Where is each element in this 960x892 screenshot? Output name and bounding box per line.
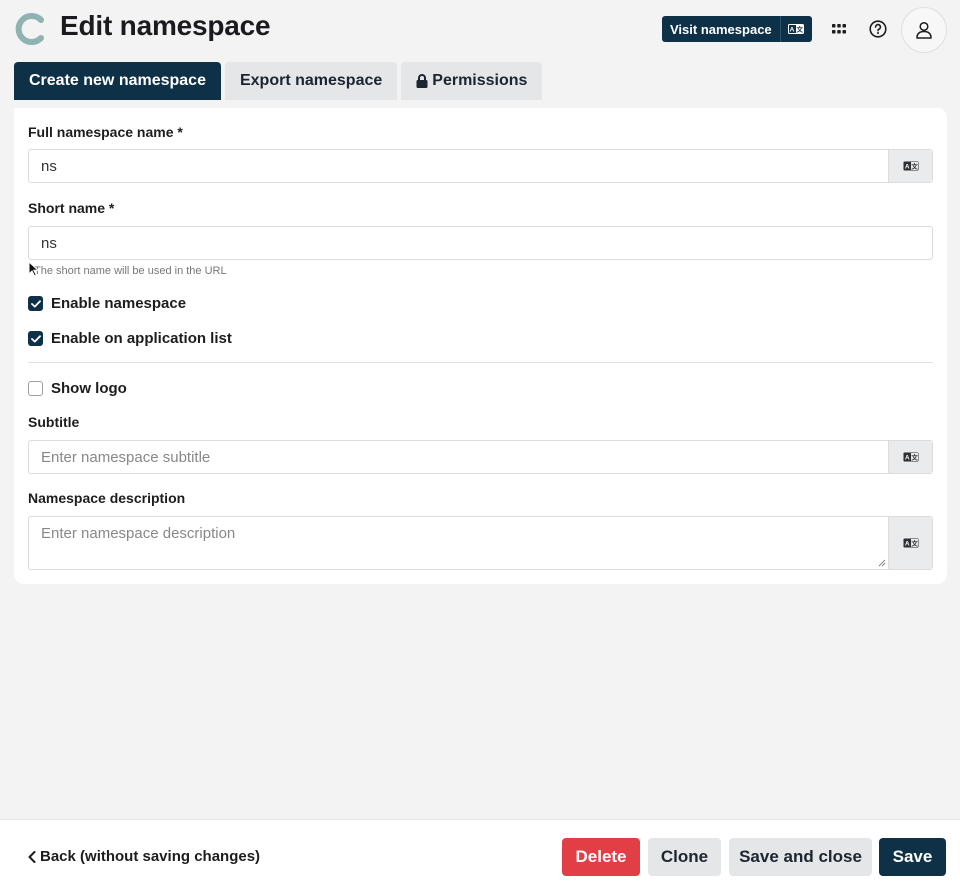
show-logo-checkbox-row[interactable]: Show logo [28, 380, 127, 397]
short-name-hint: The short name will be used in the URL [34, 265, 227, 277]
translate-icon: A 文 [788, 24, 805, 34]
translate-icon: A 文 [903, 452, 918, 462]
short-name-field [28, 226, 933, 260]
section-divider [28, 362, 933, 363]
translate-icon: A 文 [903, 538, 918, 548]
short-name-label: Short name * [28, 200, 115, 216]
visit-language-button[interactable]: A 文 [780, 16, 812, 42]
tab-label: Permissions [432, 72, 528, 89]
full-name-input[interactable] [29, 150, 888, 182]
subtitle-translate-button[interactable]: A 文 [888, 441, 932, 473]
form-footer: Back (without saving changes) Delete Clo… [0, 819, 960, 892]
enable-namespace-label: Enable namespace [51, 295, 187, 312]
lock-icon [416, 74, 428, 88]
apps-grid-button[interactable] [828, 18, 850, 40]
save-button[interactable]: Save [879, 838, 946, 876]
back-link-label: Back (without saving changes) [40, 848, 261, 865]
description-textarea[interactable] [29, 517, 888, 569]
svg-text:文: 文 [910, 453, 918, 462]
description-field: A 文 [28, 516, 933, 570]
user-icon [916, 21, 932, 39]
logo-c-icon [15, 13, 44, 45]
svg-text:文: 文 [910, 539, 918, 548]
enable-app-list-checkbox-row[interactable]: Enable on application list [28, 330, 232, 347]
page-title: Edit namespace [60, 10, 271, 41]
back-link[interactable]: Back (without saving changes) [28, 848, 260, 865]
svg-text:文: 文 [796, 25, 804, 34]
resize-grip-icon[interactable] [878, 559, 886, 567]
tab-export-namespace[interactable]: Export namespace [224, 62, 398, 100]
tab-create-new-namespace[interactable]: Create new namespace [14, 62, 221, 100]
svg-text:A: A [904, 164, 909, 171]
svg-text:A: A [790, 27, 795, 34]
full-name-field: A 文 [28, 149, 933, 183]
full-name-translate-button[interactable]: A 文 [888, 150, 932, 182]
description-label: Namespace description [28, 490, 186, 506]
tab-label: Create new namespace [29, 72, 206, 89]
help-button[interactable] [867, 18, 889, 40]
clone-button[interactable]: Clone [648, 838, 721, 876]
mouse-cursor-icon [28, 261, 39, 277]
help-icon [869, 20, 887, 38]
visit-namespace-button[interactable]: Visit namespace [662, 16, 781, 42]
grid-icon [832, 24, 846, 34]
show-logo-checkbox[interactable] [28, 381, 43, 396]
subtitle-label: Subtitle [28, 414, 80, 430]
chevron-left-icon [28, 850, 36, 863]
delete-button[interactable]: Delete [562, 838, 640, 876]
enable-namespace-checkbox-row[interactable]: Enable namespace [28, 295, 186, 312]
checkmark-icon [30, 334, 41, 342]
save-and-close-button[interactable]: Save and close [729, 838, 872, 876]
tab-bar: Create new namespace Export namespace Pe… [14, 62, 543, 100]
svg-text:A: A [904, 455, 909, 462]
page-header: Edit namespace Visit namespace A 文 [0, 0, 960, 58]
user-menu-button[interactable] [901, 7, 947, 53]
show-logo-label: Show logo [51, 380, 127, 397]
enable-app-list-label: Enable on application list [51, 330, 232, 347]
svg-text:文: 文 [910, 162, 918, 171]
translate-icon: A 文 [903, 161, 918, 171]
subtitle-field: A 文 [28, 440, 933, 474]
tab-permissions[interactable]: Permissions [401, 62, 543, 100]
subtitle-input[interactable] [29, 441, 888, 473]
description-translate-button[interactable]: A 文 [888, 517, 932, 569]
enable-namespace-checkbox[interactable] [28, 296, 43, 311]
visit-namespace-group: Visit namespace A 文 [662, 16, 812, 42]
checkmark-icon [30, 299, 41, 307]
namespace-form-card: Full namespace name * A 文 Short name * T… [14, 108, 947, 584]
svg-text:A: A [904, 541, 909, 548]
full-name-label: Full namespace name * [28, 124, 183, 140]
short-name-input[interactable] [29, 227, 932, 259]
tab-label: Export namespace [239, 72, 383, 89]
enable-app-list-checkbox[interactable] [28, 331, 43, 346]
